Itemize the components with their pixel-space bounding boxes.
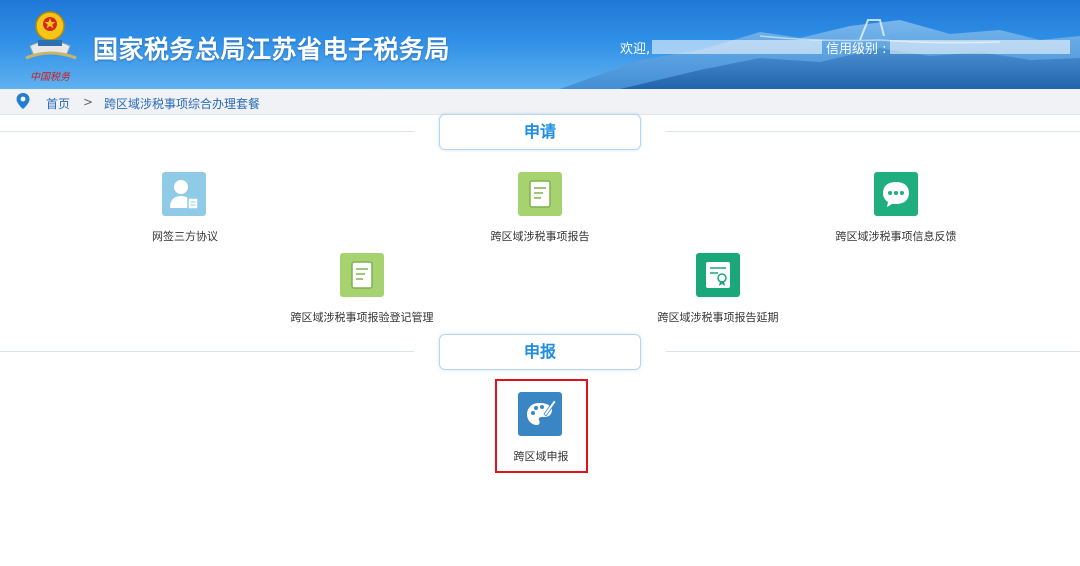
- section-declare-header: 申报: [439, 334, 641, 370]
- breadcrumb-current[interactable]: 跨区域涉税事项综合办理套餐: [104, 95, 260, 112]
- tile-label: 跨区域涉税事项报告: [490, 230, 590, 243]
- redacted-username: [652, 40, 822, 54]
- tile-label: 跨区域涉税事项信息反馈: [835, 230, 957, 243]
- tile-verification-registration[interactable]: 跨区域涉税事项报验登记管理: [290, 253, 434, 325]
- document-book-icon: [518, 172, 562, 216]
- certificate-icon: [696, 253, 740, 297]
- divider-right: [666, 131, 1080, 132]
- tile-online-sign-agreement[interactable]: 网签三方协议: [140, 172, 230, 244]
- welcome-label: 欢迎,: [620, 42, 651, 57]
- breadcrumb-home-link[interactable]: 首页: [46, 95, 70, 112]
- location-pin-icon: [16, 93, 30, 109]
- divider-left: [0, 131, 414, 132]
- selection-highlight-box: [495, 379, 588, 473]
- chat-bubble-icon: [874, 172, 918, 216]
- divider-right: [666, 351, 1080, 352]
- divider-left: [0, 351, 414, 352]
- breadcrumb: 首页 > 跨区域涉税事项综合办理套餐: [0, 89, 1080, 115]
- document-book-icon: [340, 253, 384, 297]
- credit-level-label: 信用级别 :: [826, 42, 887, 57]
- tax-emblem-logo: 中国税务: [20, 6, 82, 86]
- site-title: 国家税务总局江苏省电子税务局: [93, 35, 451, 64]
- tile-label: 跨区域涉税事项报告延期: [657, 311, 779, 324]
- tile-cross-region-feedback[interactable]: 跨区域涉税事项信息反馈: [830, 172, 962, 244]
- tile-cross-region-report[interactable]: 跨区域涉税事项报告: [480, 172, 600, 244]
- site-header: 中国税务 国家税务总局江苏省电子税务局 欢迎, 信用级别 :: [0, 0, 1080, 89]
- emblem-caption: 中国税务: [30, 71, 71, 83]
- section-apply-header: 申请: [439, 114, 641, 150]
- user-card-icon: [162, 172, 206, 216]
- breadcrumb-separator: >: [83, 95, 94, 109]
- redacted-credit-level: [890, 40, 1070, 54]
- tile-label: 跨区域涉税事项报验登记管理: [290, 311, 434, 324]
- tile-label: 网签三方协议: [152, 230, 218, 243]
- tile-report-extension[interactable]: 跨区域涉税事项报告延期: [656, 253, 780, 325]
